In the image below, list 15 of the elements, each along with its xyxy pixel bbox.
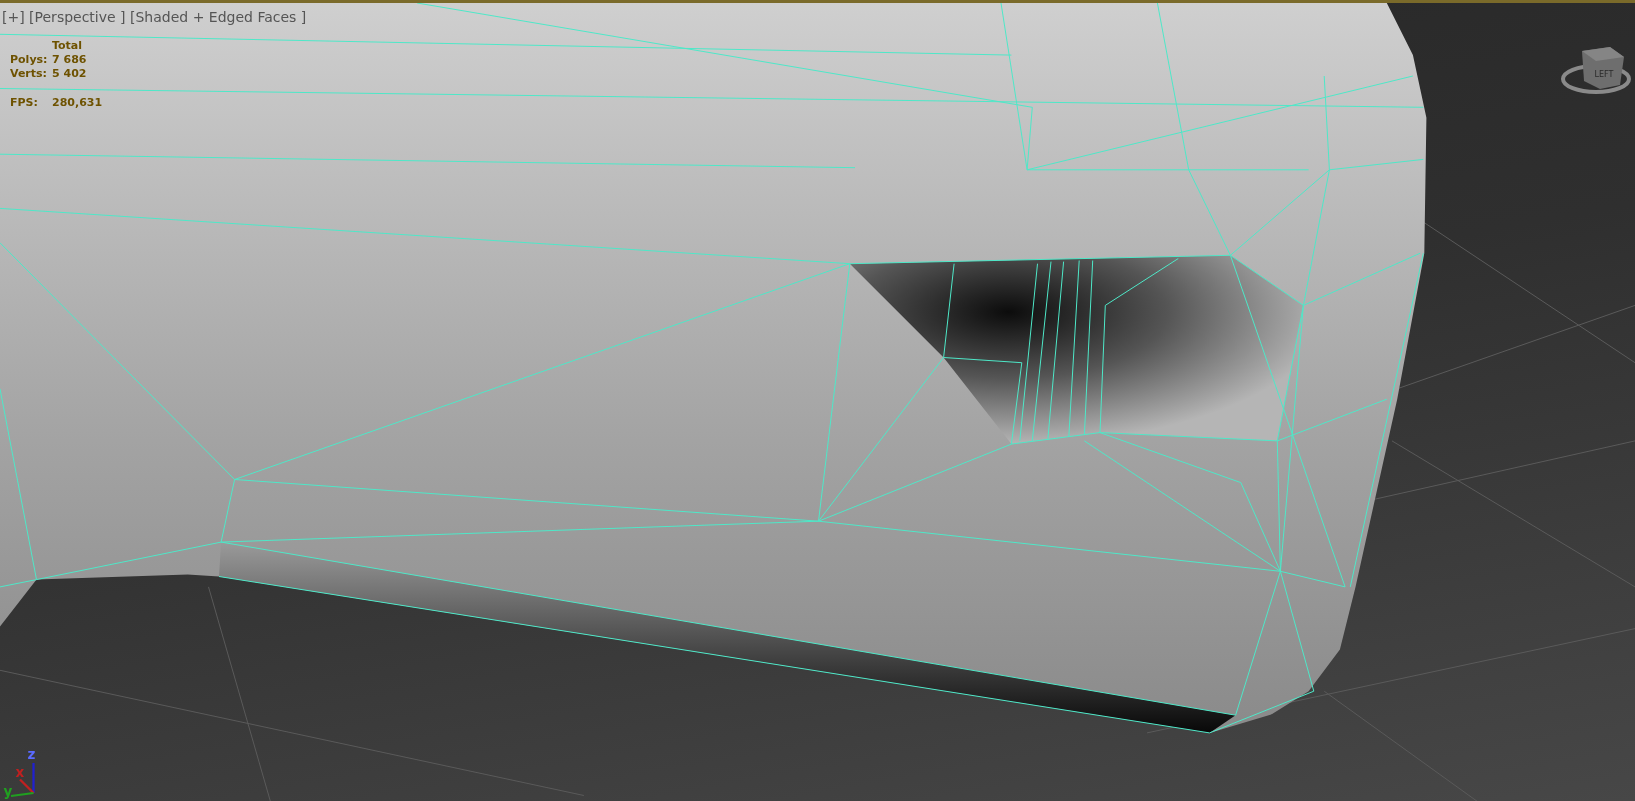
stat-label: Verts: bbox=[10, 67, 48, 80]
axis-label: z bbox=[27, 745, 36, 762]
axis-label: y bbox=[3, 783, 13, 799]
viewport-label[interactable]: [+] [Perspective ] [Shaded + Edged Faces ] bbox=[2, 9, 307, 25]
viewcube-face-label[interactable]: LEFT bbox=[1594, 70, 1614, 79]
perspective-viewport[interactable]: [+] [Perspective ] [Shaded + Edged Faces ] Total Polys: 7 686 Verts: 5 402 FPS: 280,631 LEFT z x y bbox=[0, 3, 1635, 801]
stat-label: Polys: bbox=[10, 53, 49, 66]
axis-tripod-icon bbox=[10, 763, 35, 798]
fps-label: FPS: bbox=[10, 96, 39, 109]
stat-value: 7 686 bbox=[52, 53, 88, 66]
axis-label: x bbox=[15, 763, 25, 780]
fps-value: 280,631 bbox=[52, 96, 103, 109]
viewcube-icon[interactable] bbox=[1582, 47, 1624, 89]
stat-value: 5 402 bbox=[52, 67, 88, 80]
stats-header: Total bbox=[52, 39, 84, 52]
